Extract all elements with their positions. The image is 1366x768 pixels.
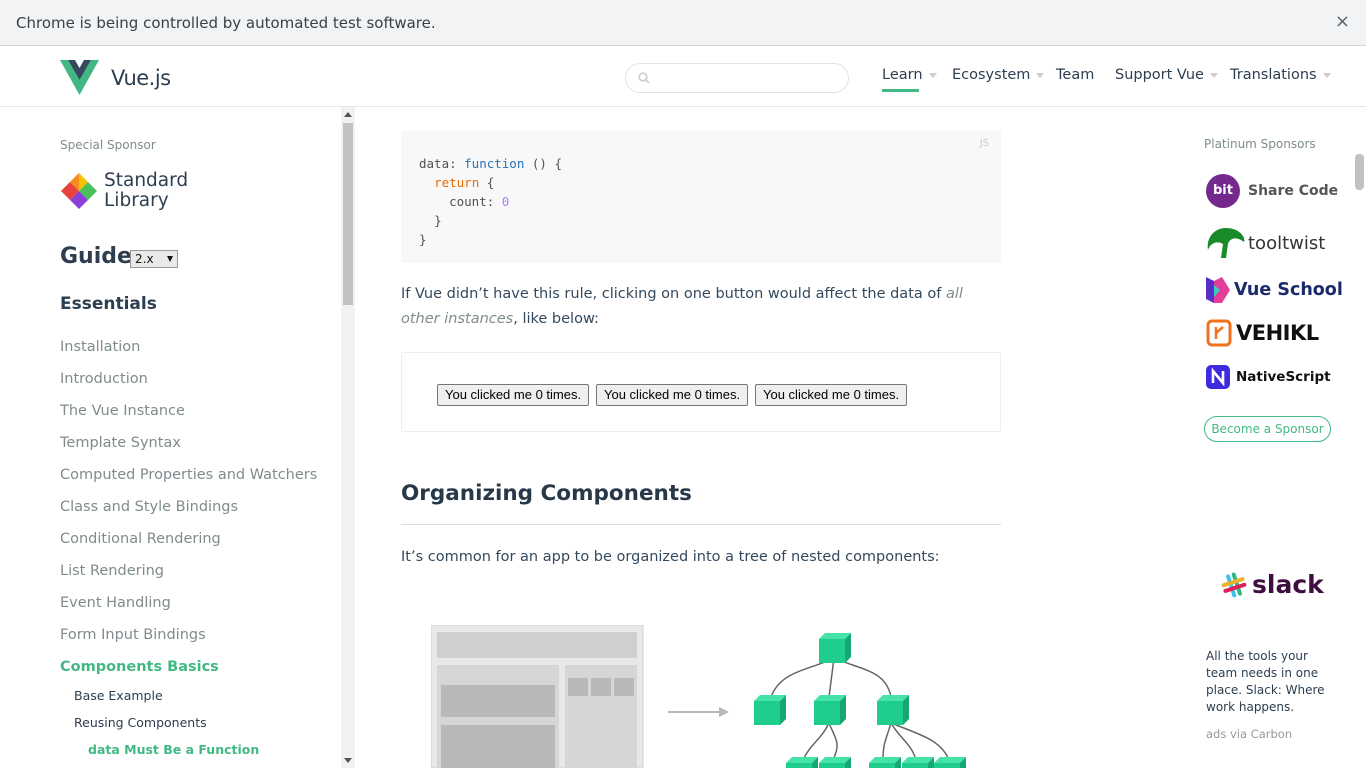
page-scrollbar[interactable] — [1352, 107, 1366, 768]
app-wireframe-illustration — [431, 625, 644, 768]
vueschool-logo-icon — [1206, 277, 1230, 303]
standard-library-sponsor[interactable]: Standard Library — [60, 171, 188, 211]
sidebar: Special Sponsor Standard Library Guide 2… — [0, 107, 341, 768]
scroll-down-arrow-icon[interactable] — [344, 758, 352, 763]
component-tree-diagram — [431, 625, 966, 768]
scroll-up-arrow-icon[interactable] — [344, 112, 352, 117]
sidebar-subitem-base-example[interactable]: Base Example — [74, 688, 163, 703]
bit-logo-icon: bit — [1206, 174, 1240, 208]
chevron-down-icon — [1209, 72, 1218, 78]
chevron-down-icon — [1322, 72, 1331, 78]
nav-support-vue[interactable]: Support Vue — [1115, 67, 1218, 83]
arrow-right-icon — [668, 707, 729, 717]
platinum-sponsors-label: Platinum Sponsors — [1204, 137, 1316, 151]
logo-text: Vue.js — [111, 65, 171, 90]
sponsor-tooltwist[interactable]: tooltwist — [1206, 226, 1325, 260]
dropdown-arrow-icon — [167, 256, 173, 262]
main-content: JS data: function () { return { count: 0… — [355, 107, 1195, 768]
automation-infobar: Chrome is being controlled by automated … — [0, 0, 1366, 46]
sidebar-scrollbar[interactable] — [341, 107, 355, 768]
nav-label: Learn — [882, 67, 923, 83]
component-cubes — [754, 633, 966, 768]
nav-label: Ecosystem — [952, 67, 1031, 83]
chevron-down-icon — [1036, 72, 1045, 78]
nativescript-logo-icon — [1206, 365, 1230, 389]
sidebar-item-event-handling[interactable]: Event Handling — [60, 595, 171, 611]
paragraph-rule-explanation: If Vue didn’t have this rule, clicking o… — [401, 286, 963, 327]
sidebar-item-list-rendering[interactable]: List Rendering — [60, 563, 164, 579]
sidebar-item-vue-instance[interactable]: The Vue Instance — [60, 403, 185, 419]
sponsor-vueschool[interactable]: Vue School — [1206, 277, 1343, 303]
sponsor-name-line2: Library — [104, 190, 169, 211]
counter-button[interactable]: You clicked me 0 times. — [437, 384, 590, 406]
sidebar-item-introduction[interactable]: Introduction — [60, 371, 148, 387]
paragraph-component-tree: It’s common for an app to be organized i… — [401, 549, 940, 565]
chevron-down-icon — [928, 72, 937, 78]
nav-label: Translations — [1230, 67, 1317, 83]
sponsor-name: VEHIKL — [1236, 321, 1319, 345]
section-essentials: Essentials — [60, 294, 157, 314]
section-heading: Organizing Components — [401, 481, 692, 506]
nav-learn[interactable]: Learn — [882, 67, 937, 92]
guide-title: Guide — [60, 244, 132, 269]
nav-label: Support Vue — [1115, 67, 1204, 83]
code-text: data: function () { return { count: 0 } … — [419, 156, 563, 247]
ads-via-carbon-link[interactable]: ads via Carbon — [1206, 727, 1292, 741]
sidebar-item-installation[interactable]: Installation — [60, 339, 140, 355]
nav-translations[interactable]: Translations — [1230, 67, 1331, 83]
search-box[interactable] — [625, 63, 849, 93]
sidebar-subitem-data-function[interactable]: data Must Be a Function — [88, 742, 259, 757]
sponsor-name: Share Code — [1248, 183, 1339, 199]
sidebar-item-conditional[interactable]: Conditional Rendering — [60, 531, 221, 547]
standard-library-logo-icon — [61, 173, 97, 209]
search-icon — [638, 72, 650, 84]
heading-divider — [401, 524, 1001, 525]
vehikl-logo-icon — [1206, 319, 1232, 347]
sidebar-scrollbar-thumb[interactable] — [343, 123, 353, 305]
demo-box: You clicked me 0 times. You clicked me 0… — [401, 352, 1001, 432]
sidebar-item-computed[interactable]: Computed Properties and Watchers — [60, 467, 317, 483]
sponsor-name: Vue School — [1234, 280, 1343, 300]
version-select[interactable]: 2.x — [130, 250, 178, 268]
tooltwist-logo-icon — [1207, 228, 1245, 258]
sponsor-bit[interactable]: bit Share Code — [1206, 174, 1338, 208]
counter-button[interactable]: You clicked me 0 times. — [596, 384, 749, 406]
sponsor-vehikl[interactable]: VEHIKL — [1206, 319, 1319, 347]
sponsor-name: Standard Library — [104, 171, 188, 211]
sidebar-item-components-basics[interactable]: Components Basics — [60, 659, 219, 675]
special-sponsor-label: Special Sponsor — [60, 138, 156, 152]
active-nav-underline — [882, 89, 919, 92]
slack-logo-icon — [1221, 572, 1247, 597]
search-input[interactable] — [656, 69, 836, 89]
site-logo[interactable]: Vue.js — [60, 60, 171, 95]
infobar-message: Chrome is being controlled by automated … — [16, 13, 436, 32]
page-scrollbar-thumb[interactable] — [1355, 154, 1364, 190]
counter-button[interactable]: You clicked me 0 times. — [755, 384, 908, 406]
sponsor-nativescript[interactable]: NativeScript — [1206, 365, 1331, 389]
sidebar-subitem-reusing[interactable]: Reusing Components — [74, 715, 207, 730]
close-icon[interactable]: × — [1335, 13, 1350, 31]
sidebar-item-form-input[interactable]: Form Input Bindings — [60, 627, 206, 643]
code-language-label: JS — [979, 138, 989, 149]
sidebar-item-template-syntax[interactable]: Template Syntax — [60, 435, 181, 451]
nav-ecosystem[interactable]: Ecosystem — [952, 67, 1045, 83]
slack-ad-logo[interactable]: slack — [1220, 570, 1324, 599]
slack-wordmark: slack — [1252, 570, 1324, 599]
become-sponsor-button[interactable]: Become a Sponsor — [1204, 416, 1331, 442]
sponsor-name: NativeScript — [1236, 369, 1331, 385]
vue-logo-icon — [60, 60, 99, 95]
sponsor-name-line1: Standard — [104, 170, 189, 191]
code-block: JS data: function () { return { count: 0… — [401, 131, 1001, 263]
sponsor-name: tooltwist — [1248, 232, 1326, 254]
site-header: Vue.js Learn Ecosystem Team Support Vue … — [0, 47, 1366, 107]
sidebar-item-class-style[interactable]: Class and Style Bindings — [60, 499, 238, 515]
nav-label: Team — [1056, 67, 1095, 83]
version-value: 2.x — [135, 252, 154, 266]
ad-text[interactable]: All the tools your team needs in one pla… — [1206, 648, 1336, 716]
nav-team[interactable]: Team — [1056, 67, 1094, 83]
